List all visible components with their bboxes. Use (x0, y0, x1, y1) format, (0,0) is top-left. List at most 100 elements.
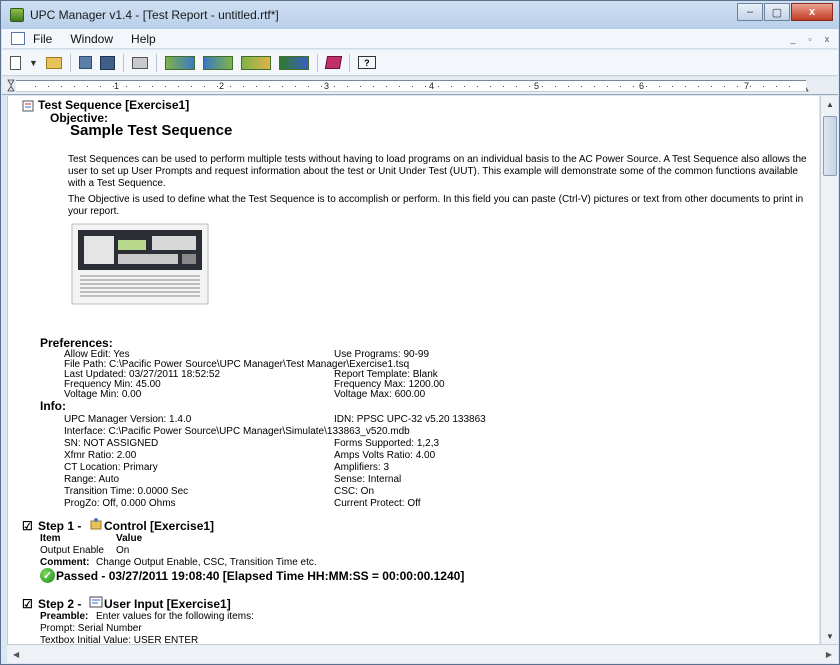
ruler-tick (464, 86, 465, 87)
ruler-tick (477, 86, 478, 87)
ruler-tick (360, 86, 361, 87)
ruler[interactable]: 1 2 3 4 5 6 7 (2, 77, 838, 95)
step1-name: Control [Exercise1] (104, 519, 215, 533)
ruler-tick (139, 86, 140, 87)
scroll-down-arrow-icon[interactable]: ▼ (821, 628, 839, 644)
ruler-tick (581, 86, 582, 87)
info-amplifiers: Amplifiers: 3 (334, 462, 390, 473)
book-icon (324, 56, 343, 69)
step1-result: Passed - 03/27/2011 19:08:40 [Elapsed Ti… (56, 569, 465, 583)
pref-use-programs: Use Programs: 90-99 (334, 349, 430, 360)
step1-checkbox[interactable]: ☑ (22, 520, 33, 532)
ruler-tick (191, 86, 192, 87)
ruler-tick (698, 86, 699, 87)
ruler-tick (568, 86, 569, 87)
tool-button-2[interactable] (202, 54, 233, 72)
mdi-minimize-button[interactable]: _ (786, 32, 800, 45)
ruler-tick (126, 86, 127, 87)
hanging-indent-marker[interactable] (7, 85, 15, 92)
transfer-icon (202, 55, 233, 70)
app-icon (10, 8, 24, 22)
menu-file[interactable]: File (31, 32, 54, 46)
tool-button-4[interactable] (278, 54, 309, 72)
ruler-tick (503, 86, 504, 87)
report-document[interactable]: Test Sequence [Exercise1] Objective: Sam… (7, 96, 819, 644)
ruler-tick (789, 86, 790, 87)
scroll-left-arrow-icon[interactable]: ◀ (13, 650, 19, 659)
minimize-button[interactable]: – (737, 3, 763, 21)
step2-title: Step 2 - (38, 597, 82, 611)
ruler-number: 6 (639, 81, 645, 91)
report-icon (22, 100, 34, 112)
first-line-indent-marker[interactable] (7, 79, 15, 86)
save-button[interactable] (78, 54, 92, 72)
menu-help[interactable]: Help (129, 32, 158, 46)
menu-bar: File Window Help _ ▫ x (2, 29, 838, 49)
step2-name: User Input [Exercise1] (104, 597, 231, 611)
help-button[interactable]: ? (357, 54, 376, 72)
ruler-tick (321, 86, 322, 87)
horizontal-scrollbar[interactable]: ◀ ▶ (7, 644, 838, 663)
toolbar-separator (316, 53, 318, 72)
tool-button-3[interactable] (240, 54, 271, 72)
ruler-tick (74, 86, 75, 87)
step2-preamble-text: Enter values for the following items: (96, 611, 254, 622)
open-folder-icon (45, 56, 62, 69)
vertical-scrollbar[interactable]: ▲ ▼ (820, 96, 838, 644)
ruler-tick (152, 86, 153, 87)
open-button[interactable] (45, 54, 62, 72)
pref-voltage-min: Voltage Min: 0.00 (64, 389, 142, 400)
close-button[interactable]: x (791, 3, 833, 21)
ruler-tick (35, 86, 36, 87)
ruler-tick (737, 86, 738, 87)
maximize-button[interactable]: ▢ (764, 3, 790, 21)
ruler-tick (672, 86, 673, 87)
step2-textbox-value: Textbox Initial Value: USER ENTER (40, 635, 199, 644)
step1-col-item: Item (40, 533, 61, 544)
new-dropdown-button[interactable]: ▼ (29, 54, 38, 72)
step1-col-value: Value (116, 533, 143, 544)
objective-paragraph-1: Test Sequences can be used to perform mu… (68, 154, 807, 189)
toolbar-separator (155, 53, 157, 72)
mdi-close-button[interactable]: x (820, 32, 834, 45)
ruler-tick (711, 86, 712, 87)
document-icon[interactable] (11, 32, 25, 45)
ruler-tick (633, 86, 634, 87)
save-all-button[interactable] (99, 54, 115, 72)
title-bar[interactable]: UPC Manager v1.4 - [Test Report - untitl… (1, 1, 839, 29)
ruler-tick (217, 86, 218, 87)
ruler-tick (386, 86, 387, 87)
tool-button-1[interactable] (164, 54, 195, 72)
transfer-icon (240, 55, 271, 70)
scroll-up-arrow-icon[interactable]: ▲ (821, 96, 839, 112)
ruler-tick (594, 86, 595, 87)
info-version: UPC Manager Version: 1.4.0 (64, 414, 192, 425)
ruler-number: 1 (114, 81, 120, 91)
mdi-restore-button[interactable]: ▫ (803, 32, 817, 45)
step2-preamble-label: Preamble: (40, 611, 89, 622)
info-transition-time: Transition Time: 0.0000 Sec (64, 486, 189, 497)
info-range: Range: Auto (64, 474, 120, 485)
print-button[interactable] (131, 54, 148, 72)
ruler-tick (438, 86, 439, 87)
ruler-tick (243, 86, 244, 87)
new-button[interactable] (10, 54, 21, 72)
step2-checkbox[interactable]: ☑ (22, 598, 33, 610)
menu-window[interactable]: Window (68, 32, 115, 46)
info-csc: CSC: On (334, 486, 375, 497)
scroll-right-arrow-icon[interactable]: ▶ (826, 650, 832, 659)
step1-title: Step 1 - (38, 519, 82, 533)
ruler-tick (425, 86, 426, 87)
ruler-number: 2 (219, 81, 225, 91)
book-button[interactable] (324, 54, 343, 72)
ruler-track: 1 2 3 4 5 6 7 (16, 80, 806, 92)
ruler-number: 3 (324, 81, 330, 91)
ruler-tick (529, 86, 530, 87)
scroll-thumb[interactable] (823, 116, 837, 176)
ruler-tick (269, 86, 270, 87)
preferences-label: Preferences: (40, 336, 113, 350)
save-disk-icon (78, 56, 92, 69)
sample-heading: Sample Test Sequence (70, 122, 233, 139)
ruler-tick (451, 86, 452, 87)
info-interface: Interface: C:\Pacific Power Source\UPC M… (64, 426, 410, 437)
